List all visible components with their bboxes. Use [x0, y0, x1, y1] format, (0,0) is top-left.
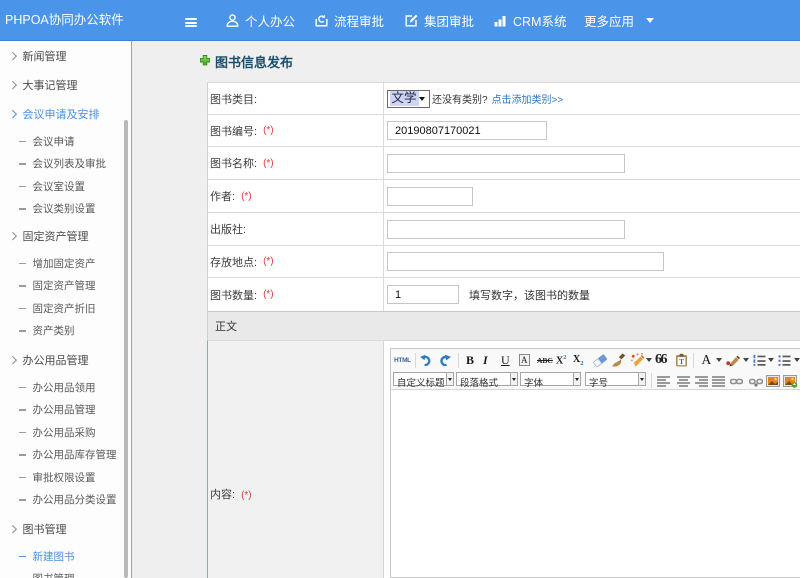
svg-text:T: T	[679, 357, 684, 366]
